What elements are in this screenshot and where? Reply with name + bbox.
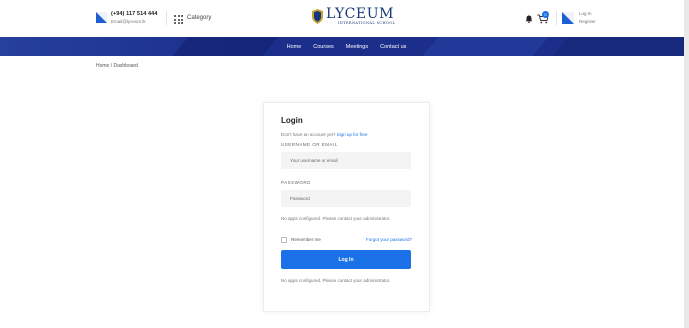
user-icon (562, 12, 574, 24)
forgot-password-link[interactable]: Forgot your password? (366, 237, 412, 242)
site-logo[interactable]: LYCEUM INTERNATIONAL SCHOOL (312, 6, 396, 25)
phone-icon (96, 12, 107, 23)
login-card: Login Don't have an account yet? Sign up… (263, 102, 430, 312)
password-label: PASSWORD (281, 180, 311, 185)
no-apps-note: No apps configured. Please contact your … (281, 216, 391, 221)
scrollbar-thumb[interactable] (684, 0, 689, 328)
nav-item-home[interactable]: Home (287, 44, 302, 50)
header-divider (556, 11, 557, 25)
page-scrollbar[interactable] (684, 0, 689, 328)
signup-link[interactable]: Sign up for free (337, 132, 368, 137)
header-register-link[interactable]: Register (579, 19, 596, 24)
bell-icon[interactable] (525, 15, 533, 23)
logo-name: LYCEUM (326, 6, 395, 22)
cart-count-badge: 0 (542, 11, 549, 18)
contact-phone: (+94) 117 514 444 (111, 11, 158, 17)
signup-prompt-text: Don't have an account yet? (281, 132, 336, 137)
page: (+94) 117 514 444 Email@lyceum.lk Catego… (0, 0, 689, 328)
main-nav: Home Courses Meetings Contact us (0, 37, 684, 56)
signup-prompt: Don't have an account yet? Sign up for f… (281, 132, 367, 137)
footer-note: No apps configured. Please contact your … (281, 278, 391, 283)
remember-label[interactable]: Remember me (291, 237, 321, 242)
header-divider (166, 11, 167, 25)
username-field[interactable] (281, 152, 411, 169)
nav-item-courses[interactable]: Courses (313, 44, 333, 50)
top-header: (+94) 117 514 444 Email@lyceum.lk Catego… (0, 0, 684, 37)
username-label: USERNAME OR EMAIL (281, 142, 338, 147)
shield-logo-icon (312, 9, 323, 24)
nav-item-meetings[interactable]: Meetings (346, 44, 368, 50)
header-login-link[interactable]: Log In (579, 11, 592, 16)
nav-item-contact[interactable]: Contact us (380, 44, 406, 50)
grid-icon[interactable] (174, 15, 183, 24)
password-field[interactable] (281, 190, 411, 207)
logo-subtitle: INTERNATIONAL SCHOOL (338, 21, 396, 25)
contact-email[interactable]: Email@lyceum.lk (111, 19, 146, 24)
breadcrumb: Home / Dashboard (96, 63, 138, 69)
login-button[interactable]: Log In (281, 250, 411, 269)
remember-checkbox[interactable] (281, 237, 287, 243)
login-title: Login (281, 116, 303, 125)
category-menu[interactable]: Category (187, 15, 211, 21)
